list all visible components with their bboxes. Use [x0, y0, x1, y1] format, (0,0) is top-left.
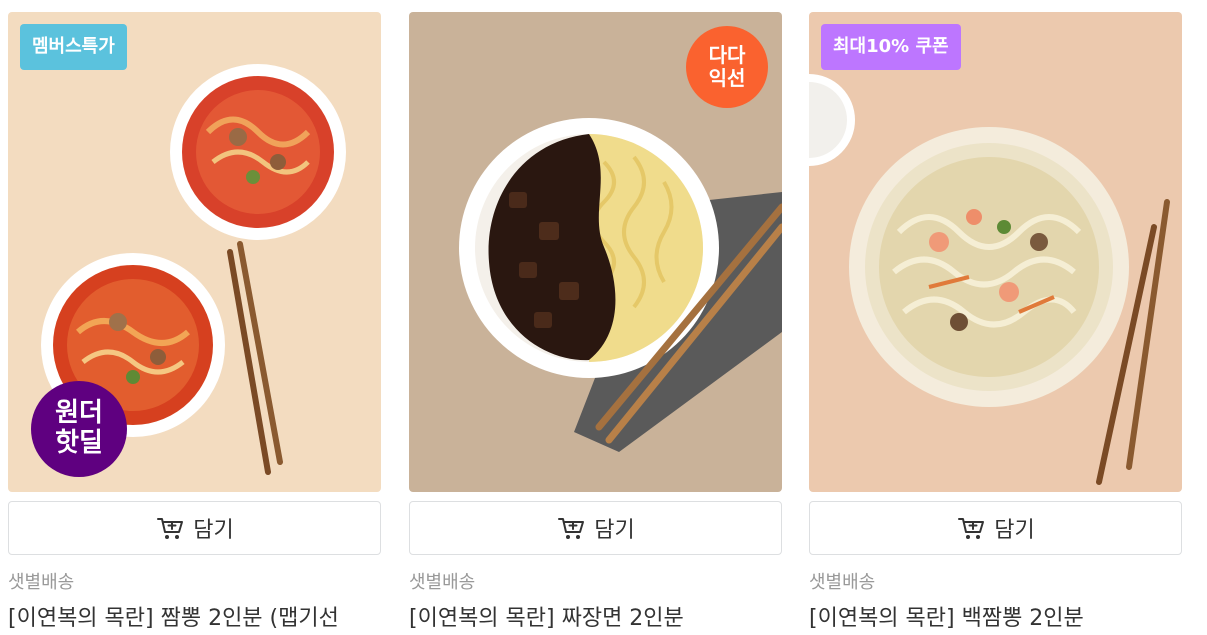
- badge-line-1: 원더: [55, 398, 103, 429]
- dada-ikseon-badge: 다다 익선: [686, 26, 768, 108]
- delivery-type: 샛별배송: [409, 572, 476, 593]
- product-card-baek-jjamppong[interactable]: 최대10% 쿠폰 담기 샛별배송 [이연복의 목란] 백짬뽕 2인분: [809, 0, 1182, 635]
- cart-icon: [556, 513, 586, 543]
- add-to-cart-button[interactable]: 담기: [809, 501, 1182, 555]
- cart-button-label: 담기: [193, 518, 234, 543]
- product-name[interactable]: [이연복의 목란] 짜장면 2인분: [409, 600, 782, 632]
- badge-line-1: 다다: [708, 43, 746, 67]
- cart-icon: [956, 513, 986, 543]
- product-name[interactable]: [이연복의 목란] 짬뽕 2인분 (맵기선: [8, 600, 381, 632]
- baek-jjamppong-photo: [809, 12, 1182, 492]
- coupon-tag: 최대10% 쿠폰: [821, 24, 961, 70]
- product-card-jjamppong[interactable]: 멤버스특가 원더 핫딜 담기 샛별배송 [이연복의 목란] 짬뽕 2인분 (맵기…: [8, 0, 381, 635]
- product-image[interactable]: [809, 12, 1182, 492]
- badge-line-2: 익선: [708, 66, 746, 90]
- add-to-cart-button[interactable]: 담기: [409, 501, 782, 555]
- wonder-hotdeal-badge: 원더 핫딜: [31, 381, 127, 477]
- product-card-jjajangmyeon[interactable]: 다다 익선 담기 샛별배송 [이연복의 목란] 짜장면 2인분: [409, 0, 782, 635]
- delivery-type: 샛별배송: [8, 572, 75, 593]
- delivery-type: 샛별배송: [809, 572, 876, 593]
- badge-line-2: 핫딜: [55, 428, 103, 458]
- members-special-tag: 멤버스특가: [20, 24, 127, 70]
- cart-button-label: 담기: [994, 518, 1035, 543]
- cart-button-label: 담기: [594, 518, 635, 543]
- product-name[interactable]: [이연복의 목란] 백짬뽕 2인분: [809, 600, 1182, 632]
- cart-icon: [155, 513, 185, 543]
- add-to-cart-button[interactable]: 담기: [8, 501, 381, 555]
